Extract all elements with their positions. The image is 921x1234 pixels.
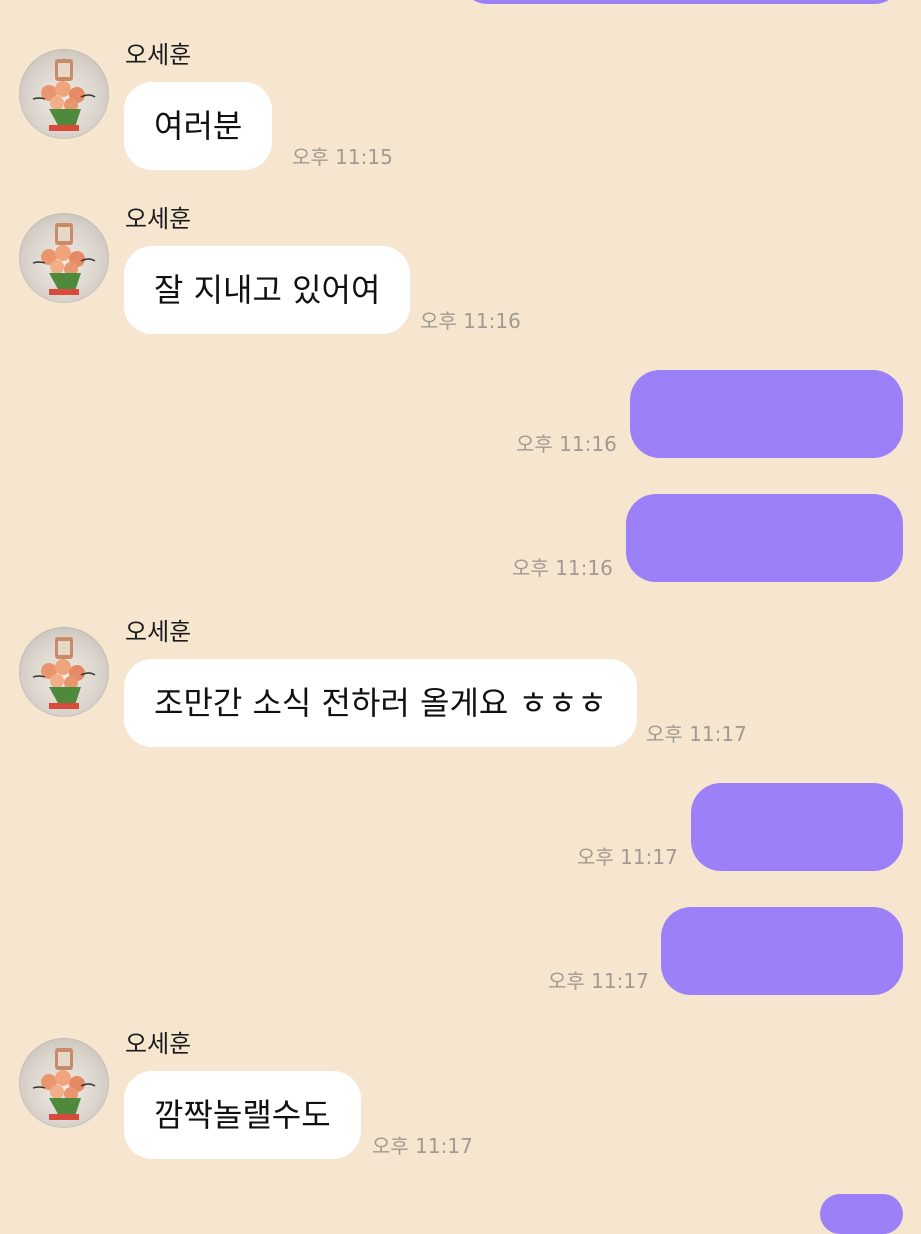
flower-bouquet-avatar-image <box>32 223 96 295</box>
message-timestamp: 오후 11:15 <box>292 145 393 169</box>
message-bubble[interactable]: 여러분 <box>124 82 273 170</box>
outgoing-message-bubble[interactable] <box>630 370 903 458</box>
sender-name: 오세훈 <box>125 205 192 233</box>
flower-bouquet-avatar-image <box>32 1048 96 1120</box>
sender-avatar[interactable] <box>19 213 109 303</box>
sender-avatar[interactable] <box>19 1038 109 1128</box>
message-timestamp: 오후 11:16 <box>420 309 521 333</box>
message-timestamp: 오후 11:17 <box>372 1134 473 1158</box>
sender-name: 오세훈 <box>125 618 192 646</box>
sender-avatar[interactable] <box>19 49 109 139</box>
message-timestamp: 오후 11:17 <box>577 845 678 869</box>
message-bubble[interactable]: 조만간 소식 전하러 올게요 ㅎㅎㅎ <box>124 659 637 747</box>
sender-name: 오세훈 <box>125 41 192 69</box>
flower-bouquet-avatar-image <box>32 59 96 131</box>
message-bubble[interactable]: 깜짝놀랠수도 <box>124 1071 361 1159</box>
outgoing-message-bubble[interactable] <box>661 907 903 995</box>
sender-avatar[interactable] <box>19 627 109 717</box>
flower-bouquet-avatar-image <box>32 637 96 709</box>
outgoing-bubble-partial-top[interactable] <box>458 0 904 4</box>
message-timestamp: 오후 11:16 <box>516 432 617 456</box>
message-timestamp: 오후 11:16 <box>512 556 613 580</box>
sender-name: 오세훈 <box>125 1030 192 1058</box>
message-timestamp: 오후 11:17 <box>646 722 747 746</box>
outgoing-bubble-partial-bottom[interactable] <box>820 1194 903 1234</box>
outgoing-message-bubble[interactable] <box>691 783 903 871</box>
outgoing-message-bubble[interactable] <box>626 494 903 582</box>
message-bubble[interactable]: 잘 지내고 있어여 <box>124 246 411 334</box>
message-timestamp: 오후 11:17 <box>548 969 649 993</box>
